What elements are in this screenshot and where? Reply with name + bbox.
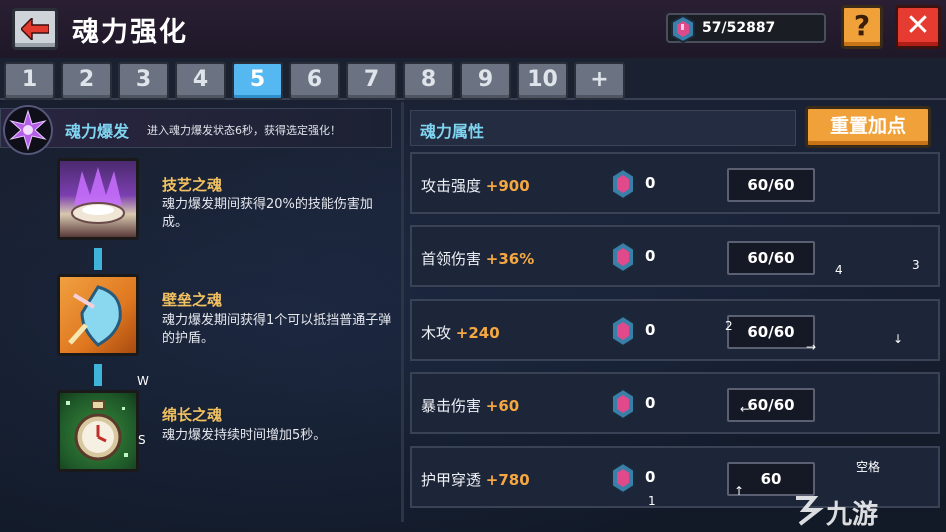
skill-bulwark-icon[interactable] — [57, 274, 139, 356]
key-hint-right: → — [806, 340, 817, 354]
watermark-logo-icon — [796, 496, 824, 526]
help-button[interactable]: ? — [841, 5, 883, 49]
soul-gem-counter: 57/52887 — [666, 13, 826, 43]
skill-art-icon[interactable] — [57, 158, 139, 240]
soul-burst-icon — [3, 105, 53, 155]
skill-name: 壁垒之魂 — [162, 291, 223, 309]
top-bar: 魂力强化 57/52887 ? ✕ — [0, 0, 946, 58]
key-hint-2: 2 — [725, 319, 733, 333]
attribute-row[interactable]: 首领伤害 +36% 0 60/60 — [410, 225, 940, 287]
add-tab-button[interactable]: + — [574, 62, 625, 100]
key-hint-w: W — [137, 374, 149, 388]
attribute-label: 木攻 +240 — [421, 324, 500, 342]
attribute-label: 首领伤害 +36% — [421, 250, 535, 268]
tab-4[interactable]: 4 — [175, 62, 226, 100]
soul-gem-icon — [671, 15, 695, 43]
tab-8[interactable]: 8 — [403, 62, 454, 100]
attribute-bonus: +780 — [485, 471, 530, 489]
attribute-row[interactable]: 木攻 +240 0 60/60 — [410, 299, 940, 361]
attribute-cost: 0 — [645, 321, 656, 339]
soul-gem-icon — [611, 315, 635, 347]
soul-gem-icon — [611, 168, 635, 200]
tab-6[interactable]: 6 — [289, 62, 340, 100]
attribute-row[interactable]: 攻击强度 +900 0 60/60 — [410, 152, 940, 214]
reset-points-button[interactable]: 重置加点 — [805, 106, 931, 148]
soul-gem-icon — [611, 388, 635, 420]
attribute-bonus: +900 — [485, 177, 530, 195]
panel-divider — [401, 102, 404, 522]
key-hint-s: S — [138, 433, 146, 447]
burst-skills-panel: 魂力爆发 进入魂力爆发状态6秒，获得选定强化！ 技艺之魂 魂力爆发期间获得20%… — [0, 102, 403, 522]
attribute-bonus: +36% — [485, 250, 535, 268]
attributes-header: 魂力属性 — [410, 110, 796, 146]
tab-5[interactable]: 5 — [232, 62, 283, 100]
skill-name: 技艺之魂 — [162, 176, 223, 194]
watermark-text: 九游 — [826, 500, 879, 530]
skill-endurance-icon[interactable] — [57, 390, 139, 472]
arrow-left-icon — [21, 18, 49, 40]
key-hint-down: ↓ — [893, 332, 904, 346]
attribute-level: 60/60 — [727, 315, 815, 349]
skill-description: 魂力爆发期间获得20%的技能伤害加成。 — [162, 197, 373, 230]
burst-title: 魂力爆发 — [65, 122, 130, 141]
attribute-level: 60/60 — [727, 241, 815, 275]
close-button[interactable]: ✕ — [895, 5, 941, 49]
attribute-row[interactable]: 暴击伤害 +60 0 60/60 — [410, 372, 940, 434]
page-tabs: 1 2 3 4 5 6 7 8 9 10 + — [0, 58, 946, 100]
skill-connector — [94, 248, 102, 270]
skill-connector — [94, 364, 102, 386]
soul-gem-count: 57/52887 — [702, 20, 776, 36]
soul-gem-icon — [611, 462, 635, 494]
tab-1[interactable]: 1 — [4, 62, 55, 100]
tab-2[interactable]: 2 — [61, 62, 112, 100]
tab-10[interactable]: 10 — [517, 62, 568, 100]
attribute-label: 暴击伤害 +60 — [421, 397, 520, 415]
key-hint-3: 3 — [912, 258, 920, 272]
attributes-title: 魂力属性 — [420, 122, 485, 141]
skill-name: 绵长之魂 — [162, 406, 223, 424]
attribute-label: 攻击强度 +900 — [421, 177, 530, 195]
attribute-cost: 0 — [645, 174, 656, 192]
skill-description: 魂力爆发期间获得1个可以抵挡普通子弹的护盾。 — [162, 313, 392, 346]
tab-9[interactable]: 9 — [460, 62, 511, 100]
attribute-bonus: +60 — [485, 397, 520, 415]
attribute-level: 60/60 — [727, 168, 815, 202]
key-hint-1: 1 — [648, 494, 656, 508]
skill-description: 魂力爆发持续时间增加5秒。 — [162, 428, 327, 443]
key-hint-space: 空格 — [856, 460, 881, 474]
page-title: 魂力强化 — [72, 17, 188, 48]
key-hint-left: ← — [740, 402, 751, 416]
attribute-label: 护甲穿透 +780 — [421, 471, 530, 489]
key-hint-up: ↑ — [734, 484, 745, 498]
key-hint-4: 4 — [835, 263, 843, 277]
back-button[interactable] — [12, 8, 58, 50]
tab-3[interactable]: 3 — [118, 62, 169, 100]
soul-gem-icon — [611, 241, 635, 273]
burst-description: 进入魂力爆发状态6秒，获得选定强化！ — [147, 124, 341, 137]
burst-header: 魂力爆发 进入魂力爆发状态6秒，获得选定强化！ — [0, 108, 392, 148]
attribute-cost: 0 — [645, 394, 656, 412]
attribute-bonus: +240 — [455, 324, 500, 342]
attribute-cost: 0 — [645, 468, 656, 486]
attribute-cost: 0 — [645, 247, 656, 265]
tab-7[interactable]: 7 — [346, 62, 397, 100]
